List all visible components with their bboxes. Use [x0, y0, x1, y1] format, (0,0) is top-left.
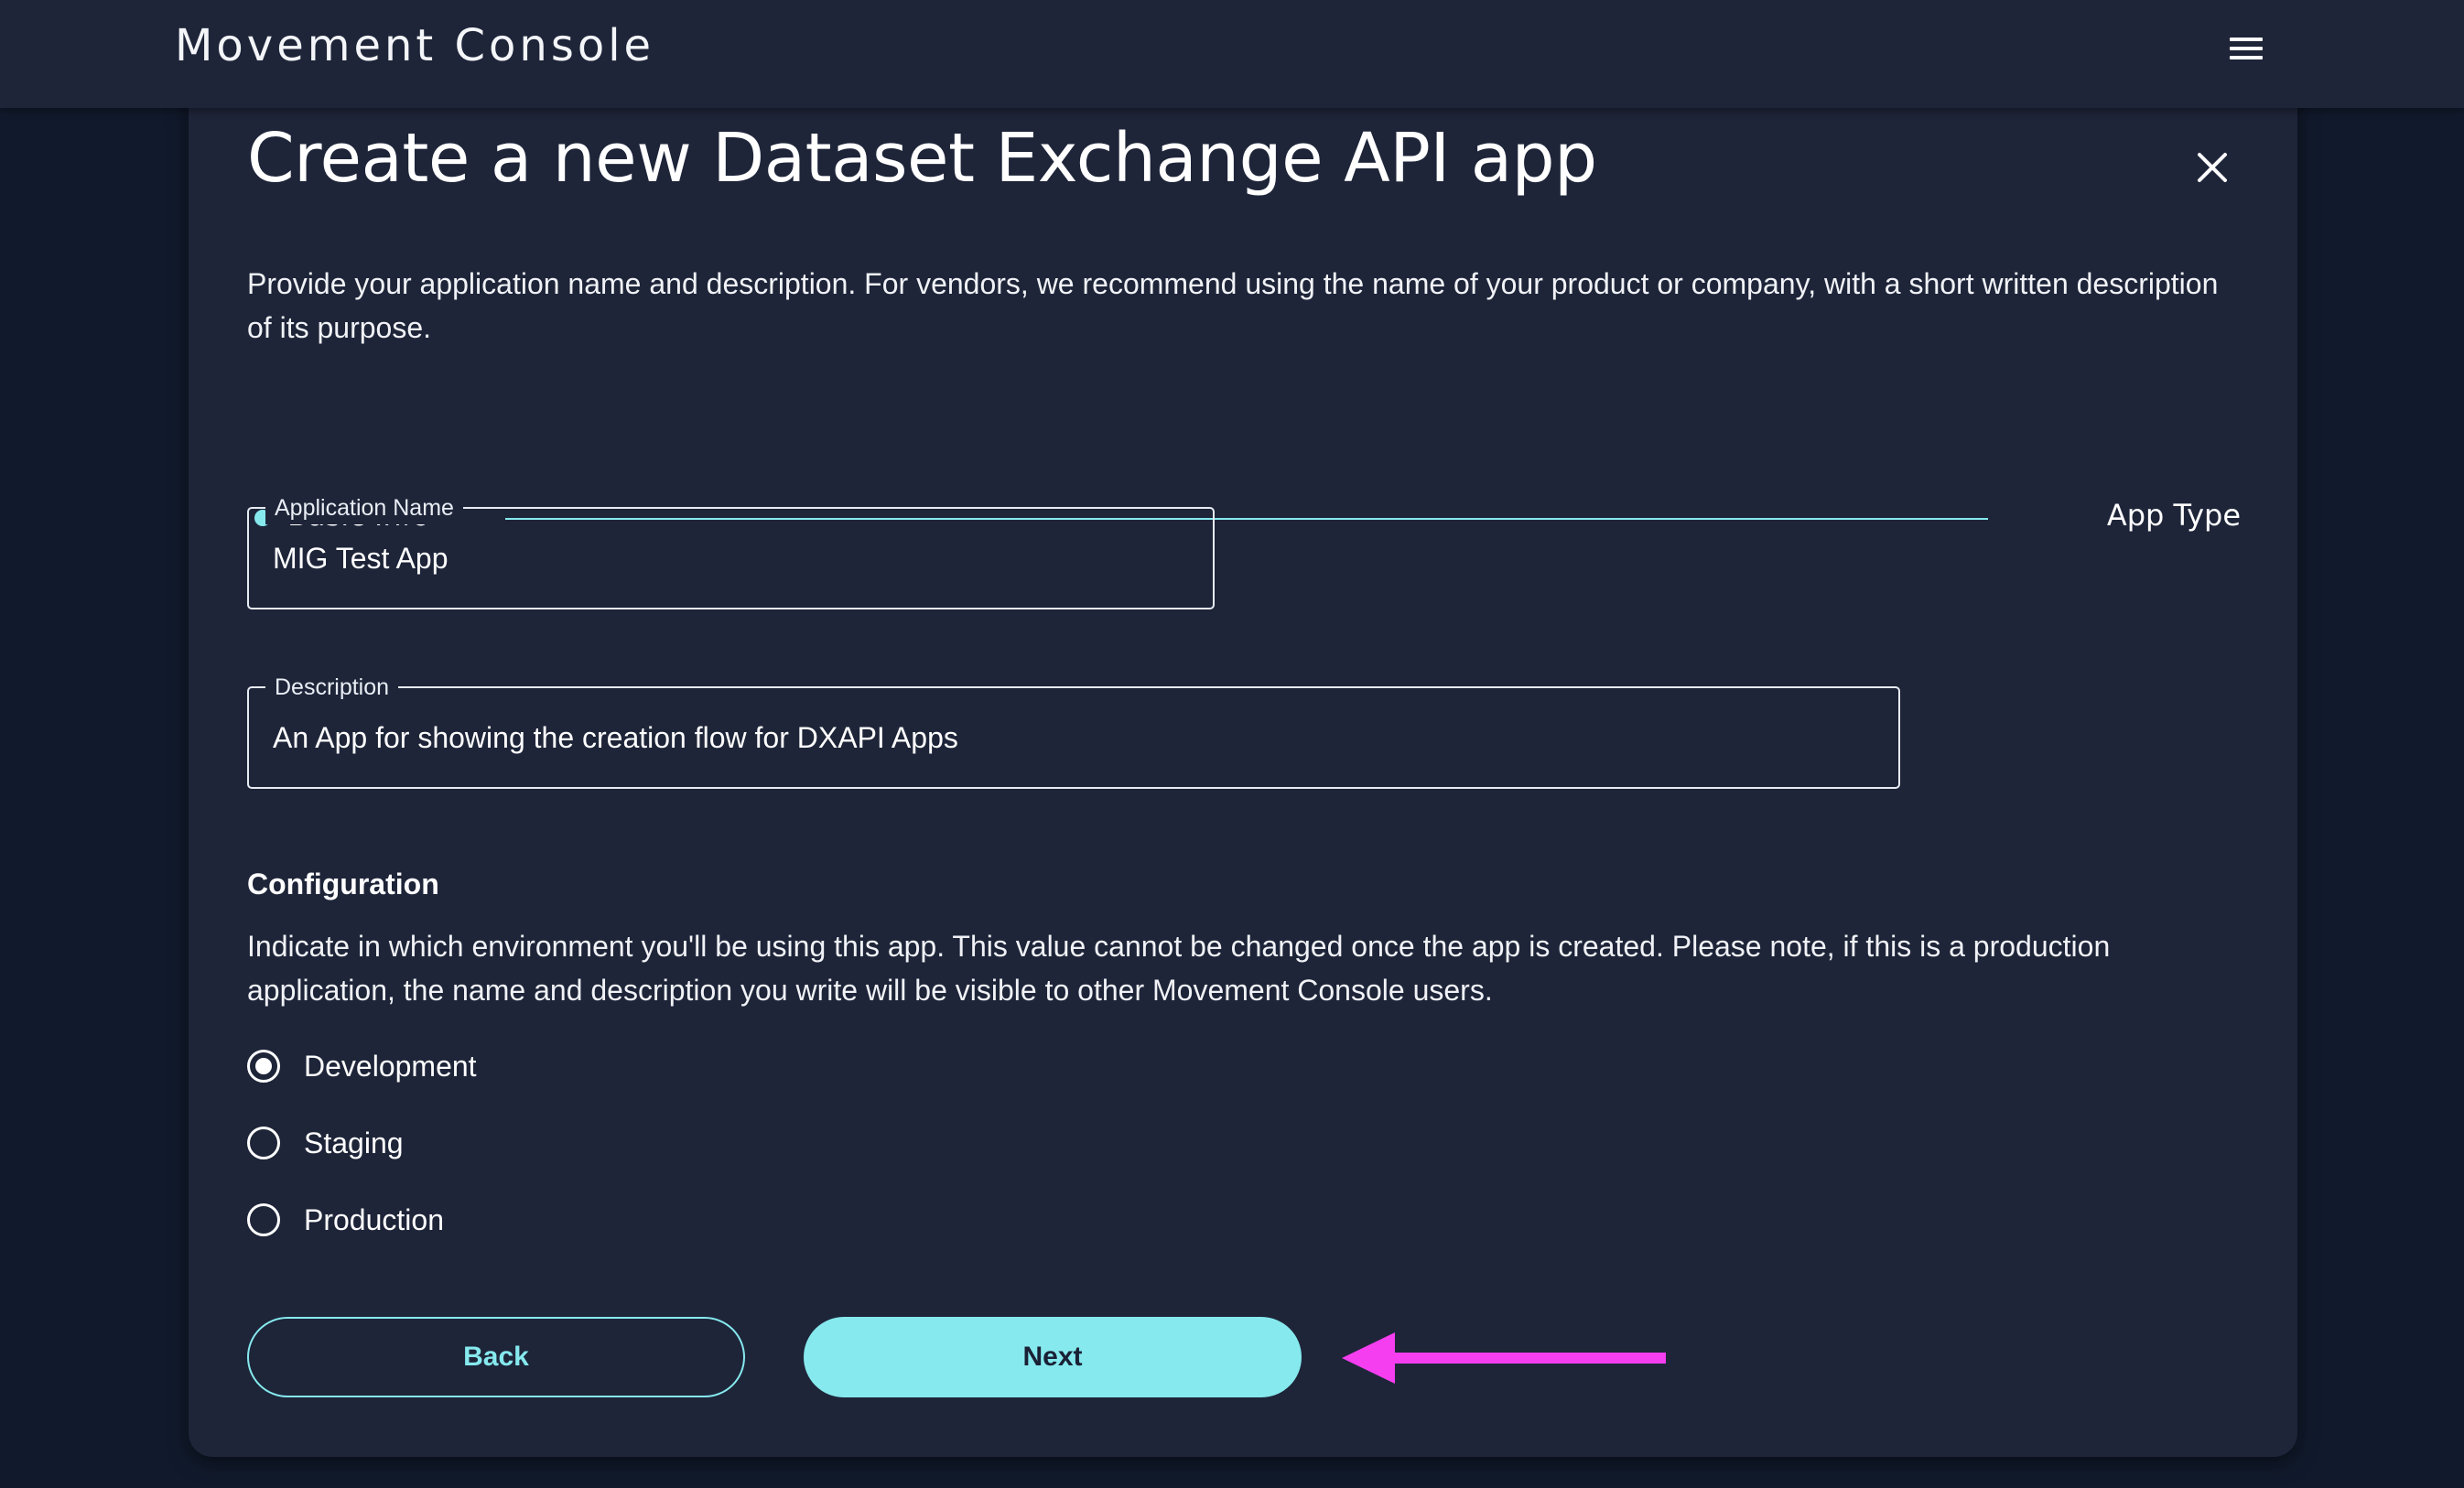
radio-development[interactable]: Development [247, 1041, 477, 1092]
menu-line [2230, 47, 2263, 50]
application-name-label: Application Name [265, 491, 463, 524]
menu-line [2230, 38, 2263, 41]
step-app-type: App Type [2106, 498, 2241, 533]
top-bar: Movement Console [0, 0, 2464, 108]
back-button[interactable]: Back [247, 1317, 745, 1397]
description-input[interactable] [273, 714, 1875, 761]
radio-production[interactable]: Production [247, 1194, 444, 1245]
menu-line [2230, 56, 2263, 59]
configuration-title: Configuration [247, 868, 439, 900]
radio-button-unchecked-icon[interactable] [247, 1127, 280, 1159]
configuration-text: Indicate in which environment you'll be … [247, 930, 2111, 1007]
close-icon[interactable] [2189, 145, 2235, 190]
application-name-field: Application Name [247, 491, 1215, 609]
modal-title: Create a new Dataset Exchange API app [247, 119, 1597, 198]
application-name-input[interactable] [273, 534, 1189, 582]
radio-label: Development [304, 1049, 477, 1083]
description-label: Description [265, 671, 399, 704]
radio-staging[interactable]: Staging [247, 1117, 404, 1169]
radio-label: Staging [304, 1126, 404, 1159]
create-app-modal: Create a new Dataset Exchange API app Pr… [189, 92, 2297, 1457]
app-title: Movement Console [175, 20, 655, 71]
next-button[interactable]: Next [804, 1317, 1302, 1397]
radio-button-checked-icon[interactable] [247, 1050, 280, 1083]
hamburger-menu-icon[interactable] [2228, 33, 2264, 64]
description-field: Description [247, 671, 1900, 789]
arrow-left-icon [1342, 1332, 1666, 1384]
close-icon-svg [2198, 153, 2227, 182]
modal-intro: Provide your application name and descri… [247, 267, 2219, 344]
radio-button-unchecked-icon[interactable] [247, 1203, 280, 1236]
radio-label: Production [304, 1202, 444, 1236]
